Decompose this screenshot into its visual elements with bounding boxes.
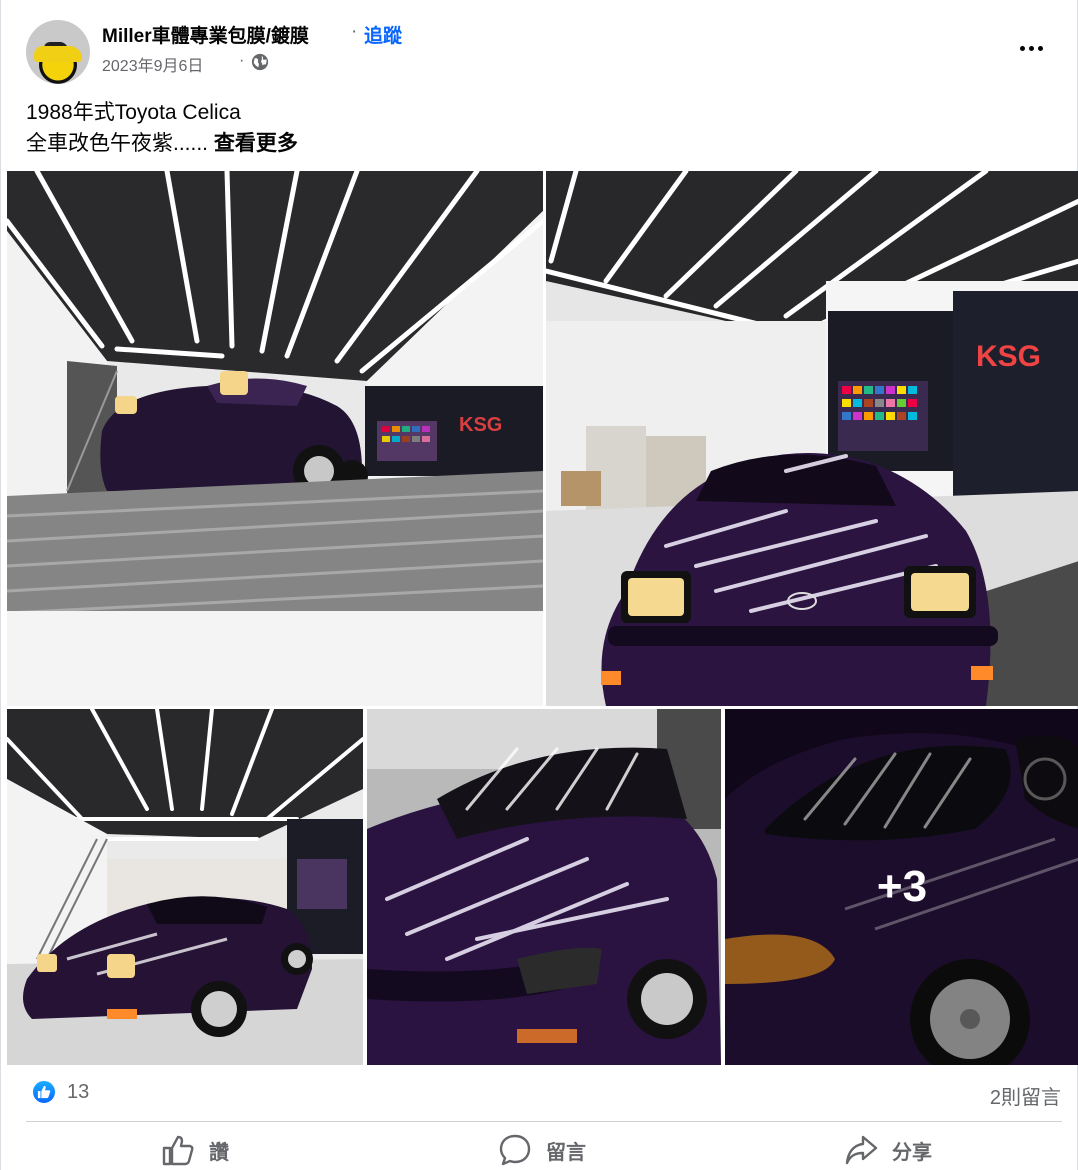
share-button[interactable]: 分享 [844,1130,932,1170]
like-button-label: 讚 [209,1141,229,1164]
photo-2[interactable]: KSG [546,171,1078,706]
comment-count-link[interactable]: 2則留言 [990,1081,1061,1110]
comment-bubble-icon [499,1134,531,1166]
like-button[interactable]: 讚 [161,1130,229,1170]
page-name-link[interactable]: Miller車體專業包膜/鍍膜 [102,21,309,48]
post-date[interactable]: 2023年9月6日 [102,52,203,76]
post-text-line-2-content: 全車改色午夜紫...... [26,132,209,155]
date-separator: · [239,52,245,69]
see-more-link[interactable]: 查看更多 [214,132,298,155]
svg-text:KSG: KSG [459,414,502,436]
name-separator: · [351,21,358,42]
svg-text:KSG: KSG [976,340,1041,373]
post-card: Miller車體專業包膜/鍍膜 · 追蹤 2023年9月6日 · 1988年式T… [0,0,1078,1170]
photo-1[interactable]: KSG [7,171,543,706]
actions-divider [26,1121,1062,1122]
photo-3[interactable] [7,709,363,1065]
comment-button[interactable]: 留言 [498,1130,586,1170]
post-text-line-2: 全車改色午夜紫...... 查看更多 [26,127,298,157]
more-dots-icon[interactable] [1011,30,1051,66]
thumbs-up-icon [162,1135,194,1166]
photo-5-more[interactable]: +3 [725,709,1078,1065]
share-button-label: 分享 [892,1141,932,1164]
post-text-line-1: 1988年式Toyota Celica [26,101,241,124]
comment-button-label: 留言 [546,1141,586,1164]
more-photos-overlay[interactable]: +3 [725,709,1078,1065]
photo-4[interactable] [367,709,721,1065]
page-avatar[interactable] [26,20,90,84]
share-arrow-icon [845,1135,878,1165]
like-reaction-icon[interactable] [31,1079,57,1105]
like-count[interactable]: 13 [67,1081,89,1104]
globe-icon [251,53,269,71]
follow-button[interactable]: 追蹤 [364,21,402,48]
